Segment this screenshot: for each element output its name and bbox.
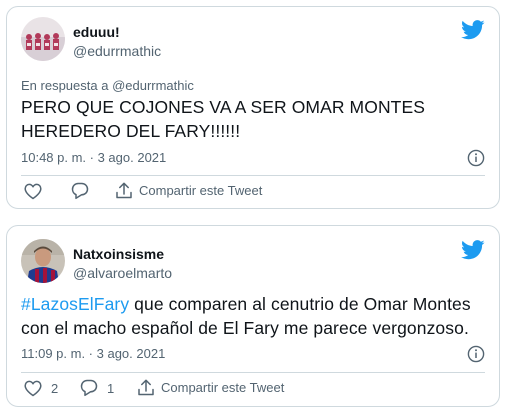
share-button[interactable]: Compartir este Tweet: [115, 181, 262, 200]
avatar[interactable]: [21, 239, 65, 283]
tweet-card[interactable]: Natxoinsisme @alvaroelmarto #LazosElFary…: [6, 225, 500, 407]
divider: [21, 372, 485, 373]
reply-count: 1: [107, 380, 115, 396]
avatar[interactable]: [21, 17, 65, 61]
like-button[interactable]: 2: [24, 380, 58, 397]
heart-icon: [24, 183, 42, 200]
user-handle[interactable]: @alvaroelmarto: [73, 264, 172, 282]
share-label: Compartir este Tweet: [161, 380, 285, 395]
reply-icon: [80, 379, 98, 397]
share-icon: [116, 182, 132, 199]
like-button[interactable]: [24, 183, 42, 200]
tweet-text: #LazosElFary que comparen al cenutrio de…: [21, 292, 487, 340]
share-button[interactable]: Compartir este Tweet: [137, 378, 284, 397]
twitter-bird-icon[interactable]: [461, 20, 485, 40]
hashtag-link[interactable]: #LazosElFary: [21, 294, 129, 314]
tweet-card[interactable]: eduuu! @edurrmathic En respuesta a @edur…: [6, 6, 500, 209]
reply-mention-link[interactable]: @edurrmathic: [112, 78, 194, 93]
display-name[interactable]: Natxoinsisme: [73, 245, 164, 263]
display-name[interactable]: eduuu!: [73, 23, 120, 41]
twitter-bird-icon[interactable]: [461, 240, 485, 260]
heart-icon: [24, 380, 42, 397]
info-icon[interactable]: [467, 345, 485, 363]
reply-button[interactable]: [71, 182, 89, 200]
tweet-timestamp[interactable]: 11:09 p. m. · 3 ago. 2021: [21, 346, 165, 362]
reply-icon: [71, 182, 89, 200]
tweet-text: PERO QUE COJONES VA A SER OMAR MONTES HE…: [21, 97, 426, 141]
share-icon: [138, 379, 154, 396]
tweet-timestamp[interactable]: 10:48 p. m. · 3 ago. 2021: [21, 150, 166, 166]
divider: [21, 175, 485, 176]
info-icon[interactable]: [467, 149, 485, 167]
reply-button[interactable]: 1: [80, 379, 114, 397]
share-label: Compartir este Tweet: [139, 183, 263, 198]
user-handle[interactable]: @edurrmathic: [73, 42, 161, 60]
like-count: 2: [51, 381, 59, 396]
reply-prefix: En respuesta a: [21, 78, 113, 93]
reply-context: En respuesta a @edurrmathic: [21, 78, 194, 94]
